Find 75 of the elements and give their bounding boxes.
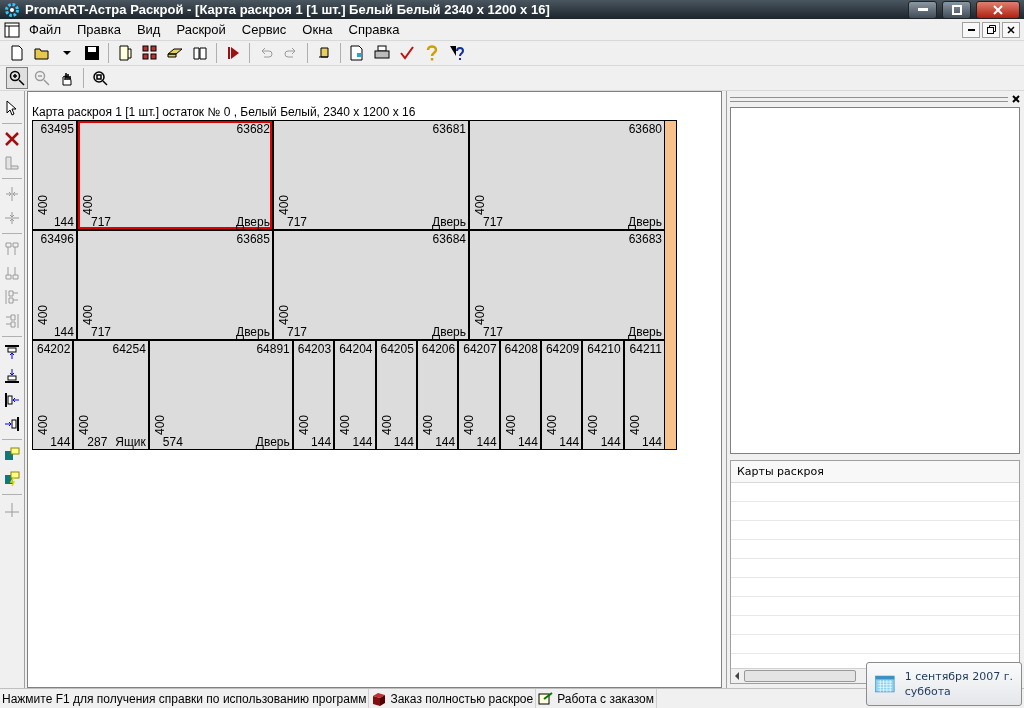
piece-name: Дверь [432,215,466,229]
piece-height: 400 [420,414,435,435]
piece-width: 574 [162,435,183,449]
piece-id: 63681 [432,122,466,136]
piece-width: 144 [642,435,662,449]
status-text: Нажмите F1 для получения справки по использованию программ [2,691,367,706]
piece-id: 64206 [421,342,456,356]
piece-id: 63685 [236,232,270,246]
piece-width: 144 [352,435,373,449]
piece-id: 63496 [40,232,74,246]
piece-width: 144 [517,435,538,449]
piece-width: 144 [435,435,456,449]
piece-height: 400 [586,414,601,435]
piece-height: 400 [152,414,167,435]
piece-id: 63682 [236,122,270,136]
piece-width: 144 [311,435,332,449]
piece-id: 64210 [587,342,621,356]
status-text: Работа с заказом [557,691,654,706]
piece-id: 64204 [339,342,373,356]
piece-width: 717 [286,215,307,229]
piece-id: 63684 [432,232,466,246]
piece-id: 64207 [463,342,497,356]
piece-name: Дверь [255,435,290,449]
piece-height: 400 [36,194,50,215]
piece-width: 144 [559,435,580,449]
piece-id: 64891 [256,342,290,356]
piece-width: 144 [53,215,74,229]
date-text: 1 сентября 2007 г. [904,670,1013,683]
cutting-map-caption: Карта раскроя 1 [1 шт.] остаток № 0 , Белый Белый, 2340 x 1200 x 16 [32,105,417,119]
piece-width: 717 [90,325,111,339]
piece-name: Дверь [628,215,662,229]
piece-height: 400 [338,414,353,435]
piece-width: 144 [53,325,74,339]
piece-height: 400 [36,414,50,435]
piece-width: 717 [90,215,111,229]
piece-height: 400 [296,414,311,435]
piece-width: 144 [393,435,414,449]
piece-height: 400 [80,194,95,215]
weekday-text: суббота [904,685,952,698]
piece-height: 400 [462,414,477,435]
piece-height: 400 [503,414,518,435]
piece-id: 64203 [297,342,332,356]
piece-height: 400 [77,414,92,435]
piece-id: 64202 [37,342,71,356]
piece-id: 64205 [380,342,414,356]
window-title: PromART-Астра Раскрой - [Карта раскроя 1 [1 шт.] Белый Белый 2340 x 1200 x 16] [25,2,551,17]
piece-id: 63680 [628,122,662,136]
piece-id: 64208 [504,342,538,356]
piece-name: Дверь [628,325,662,339]
piece-width: 717 [286,325,307,339]
piece-width: 717 [483,215,503,229]
piece-height: 400 [276,194,291,215]
piece-width: 287 [87,435,108,449]
piece-height: 400 [276,304,291,325]
piece-height: 400 [80,304,95,325]
piece-height: 400 [379,414,394,435]
status-text: Заказ полностью раскрое [390,691,534,706]
piece-height: 400 [544,414,559,435]
piece-height: 400 [36,304,50,325]
piece-id: 64209 [545,342,580,356]
piece-width: 144 [476,435,497,449]
piece-width: 144 [50,435,71,449]
piece-height: 400 [473,194,487,215]
piece-height: 400 [627,414,642,435]
piece-name: Дверь [236,325,270,339]
piece-name: Ящик [115,435,146,449]
piece-width: 144 [600,435,621,449]
piece-height: 400 [473,304,487,325]
piece-id: 63683 [628,232,662,246]
piece-id: 64254 [112,342,146,356]
piece-id: 63495 [40,122,74,136]
piece-width: 717 [483,325,503,339]
piece-name: Дверь [432,325,466,339]
piece-id: 64211 [629,342,662,356]
piece-name: Дверь [236,215,270,229]
